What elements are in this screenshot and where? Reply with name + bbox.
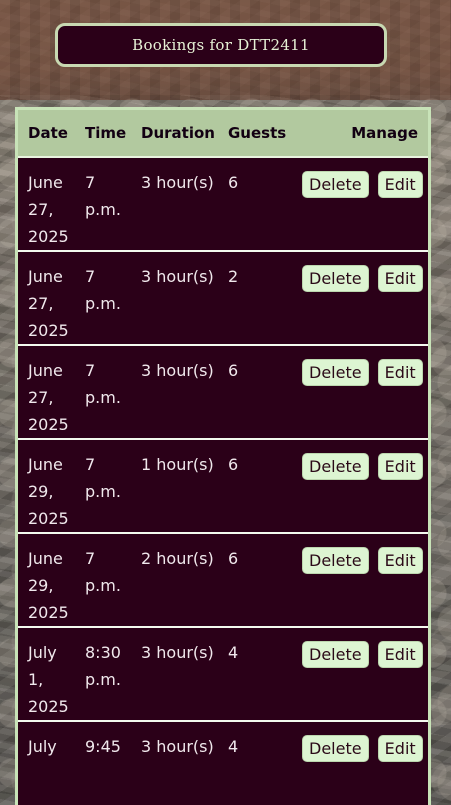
column-header-duration: Duration (131, 110, 218, 158)
booking-guests: 2 (218, 251, 288, 346)
booking-guests: 6 (218, 439, 288, 534)
delete-button[interactable]: Delete (302, 547, 369, 574)
booking-guests: 6 (218, 533, 288, 628)
edit-button[interactable]: Edit (377, 547, 423, 574)
column-header-date: Date (18, 110, 75, 158)
manage-cell: Delete Edit (288, 251, 428, 346)
edit-button[interactable]: Edit (377, 265, 423, 292)
edit-button[interactable]: Edit (377, 171, 423, 198)
column-header-manage: Manage (288, 110, 428, 158)
manage-cell: Delete Edit (288, 345, 428, 440)
table-header-row: Date Time Duration Guests Manage (18, 110, 428, 158)
delete-button[interactable]: Delete (302, 453, 369, 480)
booking-duration: 3 hour(s) (131, 627, 218, 722)
table-row: June 29, 2025 7 p.m. 1 hour(s) 6 Delete … (18, 439, 428, 534)
booking-duration: 3 hour(s) (131, 721, 218, 805)
booking-date: July (18, 721, 75, 805)
delete-button[interactable]: Delete (302, 359, 369, 386)
table-row: June 29, 2025 7 p.m. 2 hour(s) 6 Delete … (18, 533, 428, 628)
booking-guests: 6 (218, 345, 288, 440)
booking-date: June 29, 2025 (18, 533, 75, 628)
manage-cell: Delete Edit (288, 157, 428, 252)
edit-button[interactable]: Edit (377, 735, 423, 762)
booking-duration: 2 hour(s) (131, 533, 218, 628)
booking-time: 7 p.m. (75, 439, 131, 534)
bookings-table: Date Time Duration Guests Manage June 27… (18, 110, 428, 805)
bookings-table-container: Date Time Duration Guests Manage June 27… (15, 107, 431, 805)
delete-button[interactable]: Delete (302, 171, 369, 198)
page-title: Bookings for DTT2411 (132, 36, 310, 54)
manage-cell: Delete Edit (288, 721, 428, 805)
table-row: June 27, 2025 7 p.m. 3 hour(s) 6 Delete … (18, 345, 428, 440)
table-row: June 27, 2025 7 p.m. 3 hour(s) 6 Delete … (18, 157, 428, 252)
booking-time: 7 p.m. (75, 345, 131, 440)
delete-button[interactable]: Delete (302, 641, 369, 668)
edit-button[interactable]: Edit (377, 359, 423, 386)
booking-date: June 27, 2025 (18, 251, 75, 346)
delete-button[interactable]: Delete (302, 265, 369, 292)
booking-guests: 6 (218, 157, 288, 252)
edit-button[interactable]: Edit (377, 641, 423, 668)
booking-duration: 3 hour(s) (131, 251, 218, 346)
column-header-time: Time (75, 110, 131, 158)
booking-time: 7 p.m. (75, 533, 131, 628)
column-header-guests: Guests (218, 110, 288, 158)
edit-button[interactable]: Edit (377, 453, 423, 480)
manage-cell: Delete Edit (288, 533, 428, 628)
booking-time: 7 p.m. (75, 157, 131, 252)
booking-date: June 27, 2025 (18, 157, 75, 252)
manage-cell: Delete Edit (288, 439, 428, 534)
manage-cell: Delete Edit (288, 627, 428, 722)
booking-duration: 3 hour(s) (131, 157, 218, 252)
booking-date: June 27, 2025 (18, 345, 75, 440)
delete-button[interactable]: Delete (302, 735, 369, 762)
booking-duration: 1 hour(s) (131, 439, 218, 534)
booking-time: 8:30 p.m. (75, 627, 131, 722)
table-row: July 9:45 3 hour(s) 4 Delete Edit (18, 721, 428, 805)
page-header: Bookings for DTT2411 (55, 23, 387, 67)
booking-date: July 1, 2025 (18, 627, 75, 722)
booking-time: 9:45 (75, 721, 131, 805)
booking-duration: 3 hour(s) (131, 345, 218, 440)
booking-guests: 4 (218, 627, 288, 722)
table-row: June 27, 2025 7 p.m. 3 hour(s) 2 Delete … (18, 251, 428, 346)
booking-date: June 29, 2025 (18, 439, 75, 534)
booking-guests: 4 (218, 721, 288, 805)
booking-time: 7 p.m. (75, 251, 131, 346)
table-row: July 1, 2025 8:30 p.m. 3 hour(s) 4 Delet… (18, 627, 428, 722)
